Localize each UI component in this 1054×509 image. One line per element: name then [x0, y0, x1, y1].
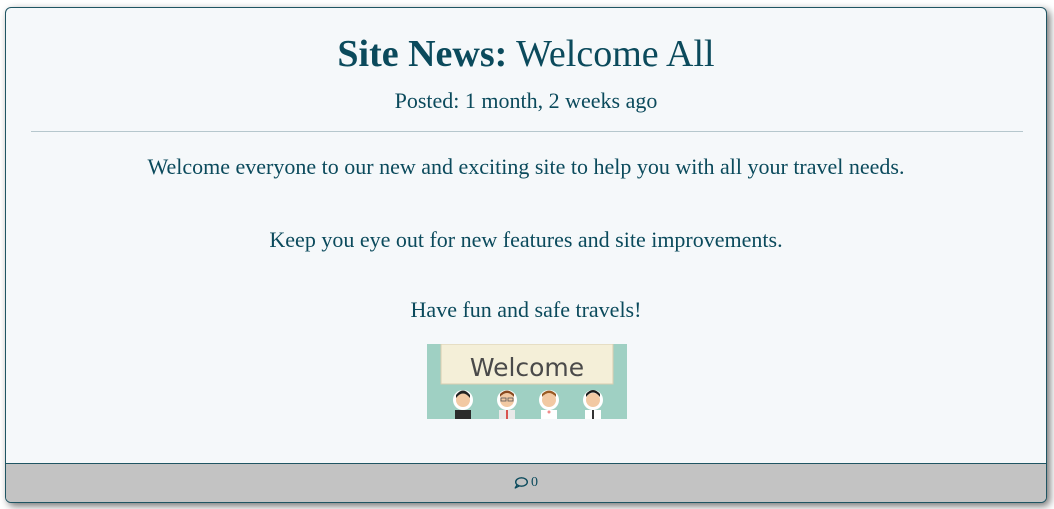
post-paragraph-3: Have fun and safe travels!	[410, 297, 642, 322]
posted-date: Posted: 1 month, 2 weeks ago	[394, 88, 658, 113]
divider	[31, 131, 1023, 132]
welcome-banner-image: Welcome	[427, 344, 627, 419]
news-post-card: Site News: Welcome All Posted: 1 month, …	[5, 7, 1047, 503]
person-figure-3	[539, 390, 559, 419]
comment-icon	[514, 477, 528, 489]
banner-text: Welcome	[470, 353, 584, 382]
post-paragraph-1: Welcome everyone to our new and exciting…	[147, 154, 905, 179]
person-figure-4	[583, 390, 603, 419]
post-paragraph-2: Keep you eye out for new features and si…	[269, 227, 783, 252]
post-title: Site News: Welcome All	[6, 32, 1046, 76]
post-footer: 0	[6, 463, 1046, 502]
post-title-label: Site News:	[337, 33, 508, 75]
person-figure-1	[453, 390, 473, 419]
person-figure-2	[497, 390, 517, 419]
comment-count-link[interactable]: 0	[514, 464, 538, 502]
comment-count: 0	[531, 475, 538, 490]
post-title-text: Welcome All	[516, 33, 715, 75]
